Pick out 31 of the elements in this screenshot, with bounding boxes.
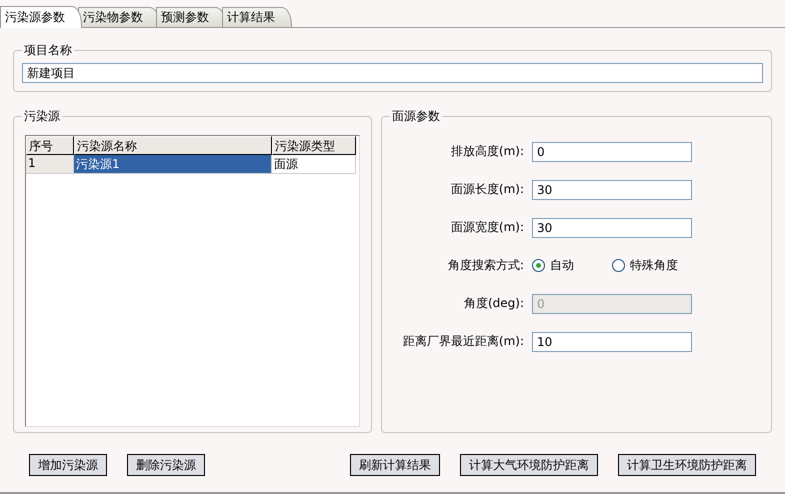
field-label: 排放高度(m):: [450, 143, 525, 160]
field-label: 面源长度(m):: [450, 181, 525, 198]
field-label: 面源宽度(m):: [450, 219, 525, 236]
column-header[interactable]: 污染源类型: [272, 136, 356, 155]
table-cell[interactable]: 1: [26, 155, 74, 174]
field-label: 角度搜索方式:: [446, 257, 525, 274]
radio-button[interactable]: [532, 259, 545, 272]
group-title: 面源参数: [391, 108, 441, 125]
column-header[interactable]: 序号: [26, 136, 74, 155]
tab[interactable]: 计算结果: [222, 7, 292, 27]
field-label: 角度(deg):: [462, 295, 525, 312]
project-name-field[interactable]: 新建项目: [22, 63, 763, 83]
tab[interactable]: 污染源参数: [0, 6, 82, 28]
action-button[interactable]: 删除污染源: [127, 454, 205, 476]
action-button[interactable]: 计算大气环境防护距离: [460, 454, 598, 476]
action-button[interactable]: 刷新计算结果: [350, 454, 440, 476]
action-button[interactable]: 增加污染源: [29, 454, 107, 476]
table-cell[interactable]: 污染源1: [74, 155, 272, 174]
action-button[interactable]: 计算卫生环境防护距离: [618, 454, 756, 476]
input-field[interactable]: 30: [532, 218, 692, 238]
radio-label: 特殊角度: [630, 257, 678, 274]
input-field[interactable]: 10: [532, 332, 692, 352]
input-field[interactable]: 30: [532, 180, 692, 200]
input-field[interactable]: 0: [532, 142, 692, 162]
column-header[interactable]: 污染源名称: [74, 136, 272, 155]
radio-label: 自动: [550, 257, 574, 274]
group-title: 污染源: [23, 108, 61, 125]
radio-button[interactable]: [612, 259, 625, 272]
table-cell[interactable]: 面源: [272, 155, 356, 174]
group-title: 项目名称: [23, 42, 73, 59]
field-label: 距离厂界最近距离(m):: [402, 333, 525, 350]
